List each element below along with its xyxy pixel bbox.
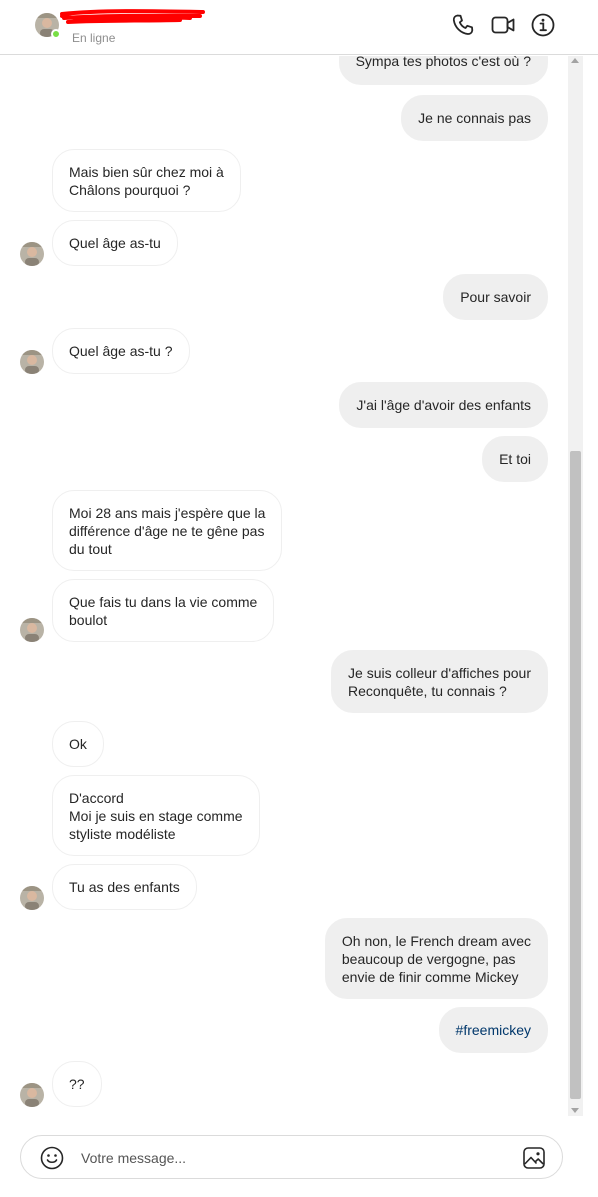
message-bubble-outgoing[interactable]: #freemickey (438, 1007, 548, 1053)
message-text: Et toi (499, 451, 531, 467)
scrollbar-thumb[interactable] (570, 451, 581, 1099)
hashtag-link[interactable]: #freemickey (456, 1021, 531, 1039)
message-text: Pour savoir (460, 289, 531, 305)
message-bubble-outgoing[interactable]: Je ne connais pas (401, 95, 548, 141)
sender-avatar[interactable] (20, 886, 44, 910)
video-camera-icon[interactable] (490, 12, 516, 38)
message-bubble-outgoing[interactable]: Et toi (482, 436, 548, 482)
message-bubble-outgoing[interactable]: Oh non, le French dream avec beaucoup de… (324, 918, 548, 999)
message-bubble-incoming[interactable]: Quel âge as-tu (52, 220, 178, 266)
redaction-scribble (60, 9, 205, 24)
message-bubble-outgoing[interactable]: Je suis colleur d'affiches pour Reconquê… (331, 650, 548, 713)
message-bubble-incoming[interactable]: Quel âge as-tu ? (52, 328, 190, 374)
message-bubble-incoming[interactable]: Que fais tu dans la vie comme boulot (52, 579, 275, 642)
message-text: Que fais tu dans la vie comme boulot (69, 593, 258, 628)
message-text: J'ai l'âge d'avoir des enfants (356, 397, 531, 413)
scroll-down-arrow-icon[interactable] (571, 1108, 579, 1113)
message-input[interactable] (81, 1146, 501, 1170)
message-bubble-outgoing[interactable]: Pour savoir (443, 274, 548, 320)
sender-avatar[interactable] (20, 618, 44, 642)
sender-avatar[interactable] (20, 242, 44, 266)
message-text: Sympa tes photos c'est où ? (355, 56, 531, 69)
emoji-icon[interactable] (40, 1146, 64, 1170)
info-icon[interactable] (530, 12, 556, 38)
image-icon[interactable] (522, 1146, 546, 1170)
message-text: Oh non, le French dream avec beaucoup de… (341, 932, 531, 985)
message-bubble-incoming[interactable]: Tu as des enfants (52, 864, 197, 910)
message-text: Tu as des enfants (69, 879, 180, 895)
message-bubble-incoming[interactable]: ?? (52, 1061, 102, 1107)
message-text: ?? (69, 1076, 85, 1092)
phone-icon[interactable] (450, 12, 476, 38)
message-composer (20, 1135, 563, 1179)
online-indicator (51, 29, 61, 39)
message-text: Ok (69, 736, 87, 752)
message-bubble-incoming[interactable]: Mais bien sûr chez moi à Châlons pourquo… (52, 149, 241, 212)
message-text: Je ne connais pas (418, 110, 531, 126)
message-text: Je suis colleur d'affiches pour Reconquê… (348, 664, 531, 699)
message-bubble-outgoing[interactable]: Sympa tes photos c'est où ? (338, 56, 548, 85)
message-bubble-incoming[interactable]: Ok (52, 721, 104, 767)
message-text: Quel âge as-tu (69, 235, 161, 251)
message-text: Mais bien sûr chez moi à Châlons pourquo… (69, 163, 224, 198)
sender-avatar[interactable] (20, 350, 44, 374)
contact-status: En ligne (72, 31, 116, 45)
message-text: Quel âge as-tu ? (69, 343, 173, 359)
message-bubble-incoming[interactable]: D'accord Moi je suis en stage comme styl… (52, 775, 260, 856)
sender-avatar[interactable] (20, 1083, 44, 1107)
thread-scrollbar[interactable] (568, 56, 583, 1116)
scroll-up-arrow-icon[interactable] (571, 58, 579, 63)
chat-header: En ligne (0, 0, 598, 55)
message-bubble-incoming[interactable]: Moi 28 ans mais j'espère que la différen… (52, 490, 283, 571)
message-text: D'accord Moi je suis en stage comme styl… (69, 789, 243, 842)
message-thread[interactable]: Sympa tes photos c'est où ? Je ne connai… (0, 56, 568, 1116)
message-text: Moi 28 ans mais j'espère que la différen… (69, 504, 266, 557)
message-bubble-outgoing[interactable]: J'ai l'âge d'avoir des enfants (339, 382, 548, 428)
